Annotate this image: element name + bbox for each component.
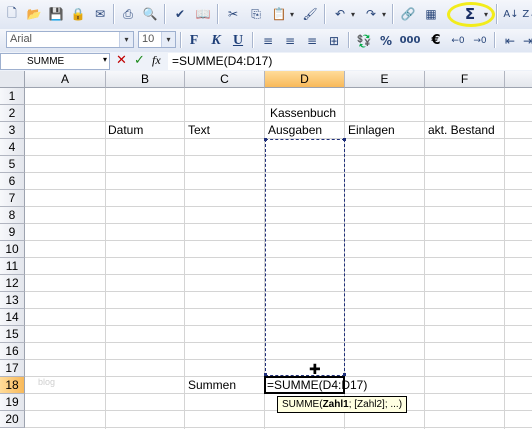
redo-icon[interactable]: ↷ [361, 4, 381, 24]
chevron-down-icon: ▾ [161, 32, 175, 47]
tooltip-rest: ; [Zahl2]; ...) [348, 399, 403, 410]
cell-d2-title[interactable]: Kassenbuch [270, 105, 336, 122]
chart-icon[interactable]: ▦ [421, 4, 441, 24]
redo-dropdown-icon[interactable]: ▾ [382, 10, 386, 19]
name-box-value: SUMME [27, 56, 65, 67]
paste-dropdown-icon[interactable]: ▾ [290, 10, 294, 19]
formatting-toolbar: Arial ▾ 10 ▾ F K U ≡ ≡ ≡ ⊞ 💱 % 000 € ←0 … [0, 29, 532, 53]
font-size-select[interactable]: 10 ▾ [138, 31, 176, 48]
row-header[interactable]: 18 [0, 377, 25, 394]
insert-function-button[interactable]: fx [152, 53, 161, 68]
cell-b3-datum[interactable]: Datum [108, 122, 143, 139]
open-icon[interactable]: 📂 [24, 4, 44, 24]
format-painter-icon[interactable]: 🖌 [300, 4, 320, 24]
decrease-decimal-icon[interactable]: →0 [470, 31, 490, 50]
increase-indent-icon[interactable]: ⇥ [518, 31, 532, 50]
row-header[interactable]: 12 [0, 275, 25, 292]
row-header[interactable]: 16 [0, 343, 25, 360]
column-header-g[interactable] [505, 71, 532, 88]
underline-button[interactable]: U [228, 31, 248, 50]
paste-icon[interactable]: 📋 [269, 4, 289, 24]
column-header-b[interactable]: B [106, 71, 185, 88]
spellcheck-icon[interactable]: ✔ [170, 4, 190, 24]
row-header[interactable]: 17 [0, 360, 25, 377]
font-name-value: Arial [10, 33, 33, 45]
range-handle[interactable] [264, 138, 267, 141]
research-icon[interactable]: 📖 [193, 4, 213, 24]
align-left-icon[interactable]: ≡ [258, 31, 278, 50]
copy-icon[interactable]: ⎘ [246, 4, 266, 24]
row-header[interactable]: 13 [0, 292, 25, 309]
decrease-indent-icon[interactable]: ⇤ [500, 31, 520, 50]
watermark: blog [38, 377, 56, 387]
tooltip-arg1[interactable]: Zahl1 [323, 399, 349, 410]
excel-window: 🗋 📂 💾 🔒 ✉ ⎙ 🔍 ✔ 📖 ✂ ⎘ 📋 ▾ 🖌 ↶ ▾ ↷ ▾ 🔗 ▦ … [0, 0, 532, 429]
row-header[interactable]: 9 [0, 224, 25, 241]
column-header-e[interactable]: E [345, 71, 425, 88]
cancel-icon[interactable]: ✕ [116, 53, 127, 68]
font-size-value: 10 [142, 33, 155, 45]
cell-d3-ausgaben[interactable]: Ausgaben [268, 122, 322, 139]
tooltip-func[interactable]: SUMME( [282, 399, 323, 410]
undo-dropdown-icon[interactable]: ▾ [351, 10, 355, 19]
row-header[interactable]: 7 [0, 190, 25, 207]
cell-c18-summen[interactable]: Summen [188, 377, 236, 394]
print-preview-icon[interactable]: 🔍 [140, 4, 160, 24]
align-right-icon[interactable]: ≡ [302, 31, 322, 50]
standard-toolbar: 🗋 📂 💾 🔒 ✉ ⎙ 🔍 ✔ 📖 ✂ ⎘ 📋 ▾ 🖌 ↶ ▾ ↷ ▾ 🔗 ▦ … [0, 0, 532, 30]
cut-icon[interactable]: ✂ [223, 4, 243, 24]
percent-button[interactable]: % [376, 31, 396, 50]
column-header-c[interactable]: C [185, 71, 265, 88]
chevron-down-icon: ▾ [102, 55, 107, 64]
font-name-select[interactable]: Arial ▾ [6, 31, 134, 48]
row-header[interactable]: 3 [0, 122, 25, 139]
merge-center-icon[interactable]: ⊞ [324, 31, 344, 50]
row-header[interactable]: 5 [0, 156, 25, 173]
function-tooltip: SUMME(Zahl1; [Zahl2]; ...) [277, 396, 408, 413]
row-header[interactable]: 1 [0, 88, 25, 105]
row-header[interactable]: 10 [0, 241, 25, 258]
currency-icon[interactable]: 💱 [354, 31, 374, 50]
row-header[interactable]: 4 [0, 139, 25, 156]
align-center-icon[interactable]: ≡ [280, 31, 300, 50]
row-header[interactable]: 15 [0, 326, 25, 343]
print-icon[interactable]: ⎙ [118, 4, 138, 24]
name-box[interactable]: SUMME ▾ [0, 53, 110, 70]
cell-e3-einlagen[interactable]: Einlagen [348, 122, 395, 139]
new-icon[interactable]: 🗋 [2, 4, 22, 24]
select-all-corner[interactable] [0, 71, 25, 88]
thousands-button[interactable]: 000 [398, 31, 422, 50]
italic-button[interactable]: K [206, 31, 226, 50]
row-header[interactable]: 11 [0, 258, 25, 275]
row-header[interactable]: 19 [0, 394, 25, 411]
row-header[interactable]: 8 [0, 207, 25, 224]
sort-ascending-icon[interactable]: A↓ [501, 4, 521, 24]
row-header[interactable]: 14 [0, 309, 25, 326]
formula-input[interactable]: =SUMME(D4:D17) [168, 53, 532, 70]
permission-icon[interactable]: 🔒 [68, 4, 88, 24]
row-header[interactable]: 2 [0, 105, 25, 122]
sort-descending-icon[interactable]: Z↓ [520, 4, 532, 24]
increase-decimal-icon[interactable]: ←0 [448, 31, 468, 50]
undo-icon[interactable]: ↶ [330, 4, 350, 24]
save-icon[interactable]: 💾 [46, 4, 66, 24]
range-handle[interactable] [343, 138, 346, 141]
cell-f3-bestand[interactable]: akt. Bestand [428, 122, 495, 139]
active-cell-input[interactable]: =SUMME(D4:D17) [267, 377, 367, 394]
autosum-highlight [447, 2, 495, 27]
row-header[interactable]: 6 [0, 173, 25, 190]
email-icon[interactable]: ✉ [90, 4, 110, 24]
column-header-a[interactable]: A [25, 71, 106, 88]
column-header-f[interactable]: F [425, 71, 505, 88]
hyperlink-icon[interactable]: 🔗 [398, 4, 418, 24]
range-marquee [265, 139, 345, 376]
euro-button[interactable]: € [426, 31, 446, 50]
formula-bar: SUMME ▾ ✕ ✓ fx =SUMME(D4:D17) [0, 52, 532, 72]
chevron-down-icon: ▾ [119, 32, 133, 47]
cell-c3-text[interactable]: Text [188, 122, 210, 139]
enter-icon[interactable]: ✓ [134, 53, 145, 68]
column-header-d[interactable]: D [265, 71, 345, 88]
bold-button[interactable]: F [184, 31, 204, 50]
row-header[interactable]: 20 [0, 411, 25, 428]
